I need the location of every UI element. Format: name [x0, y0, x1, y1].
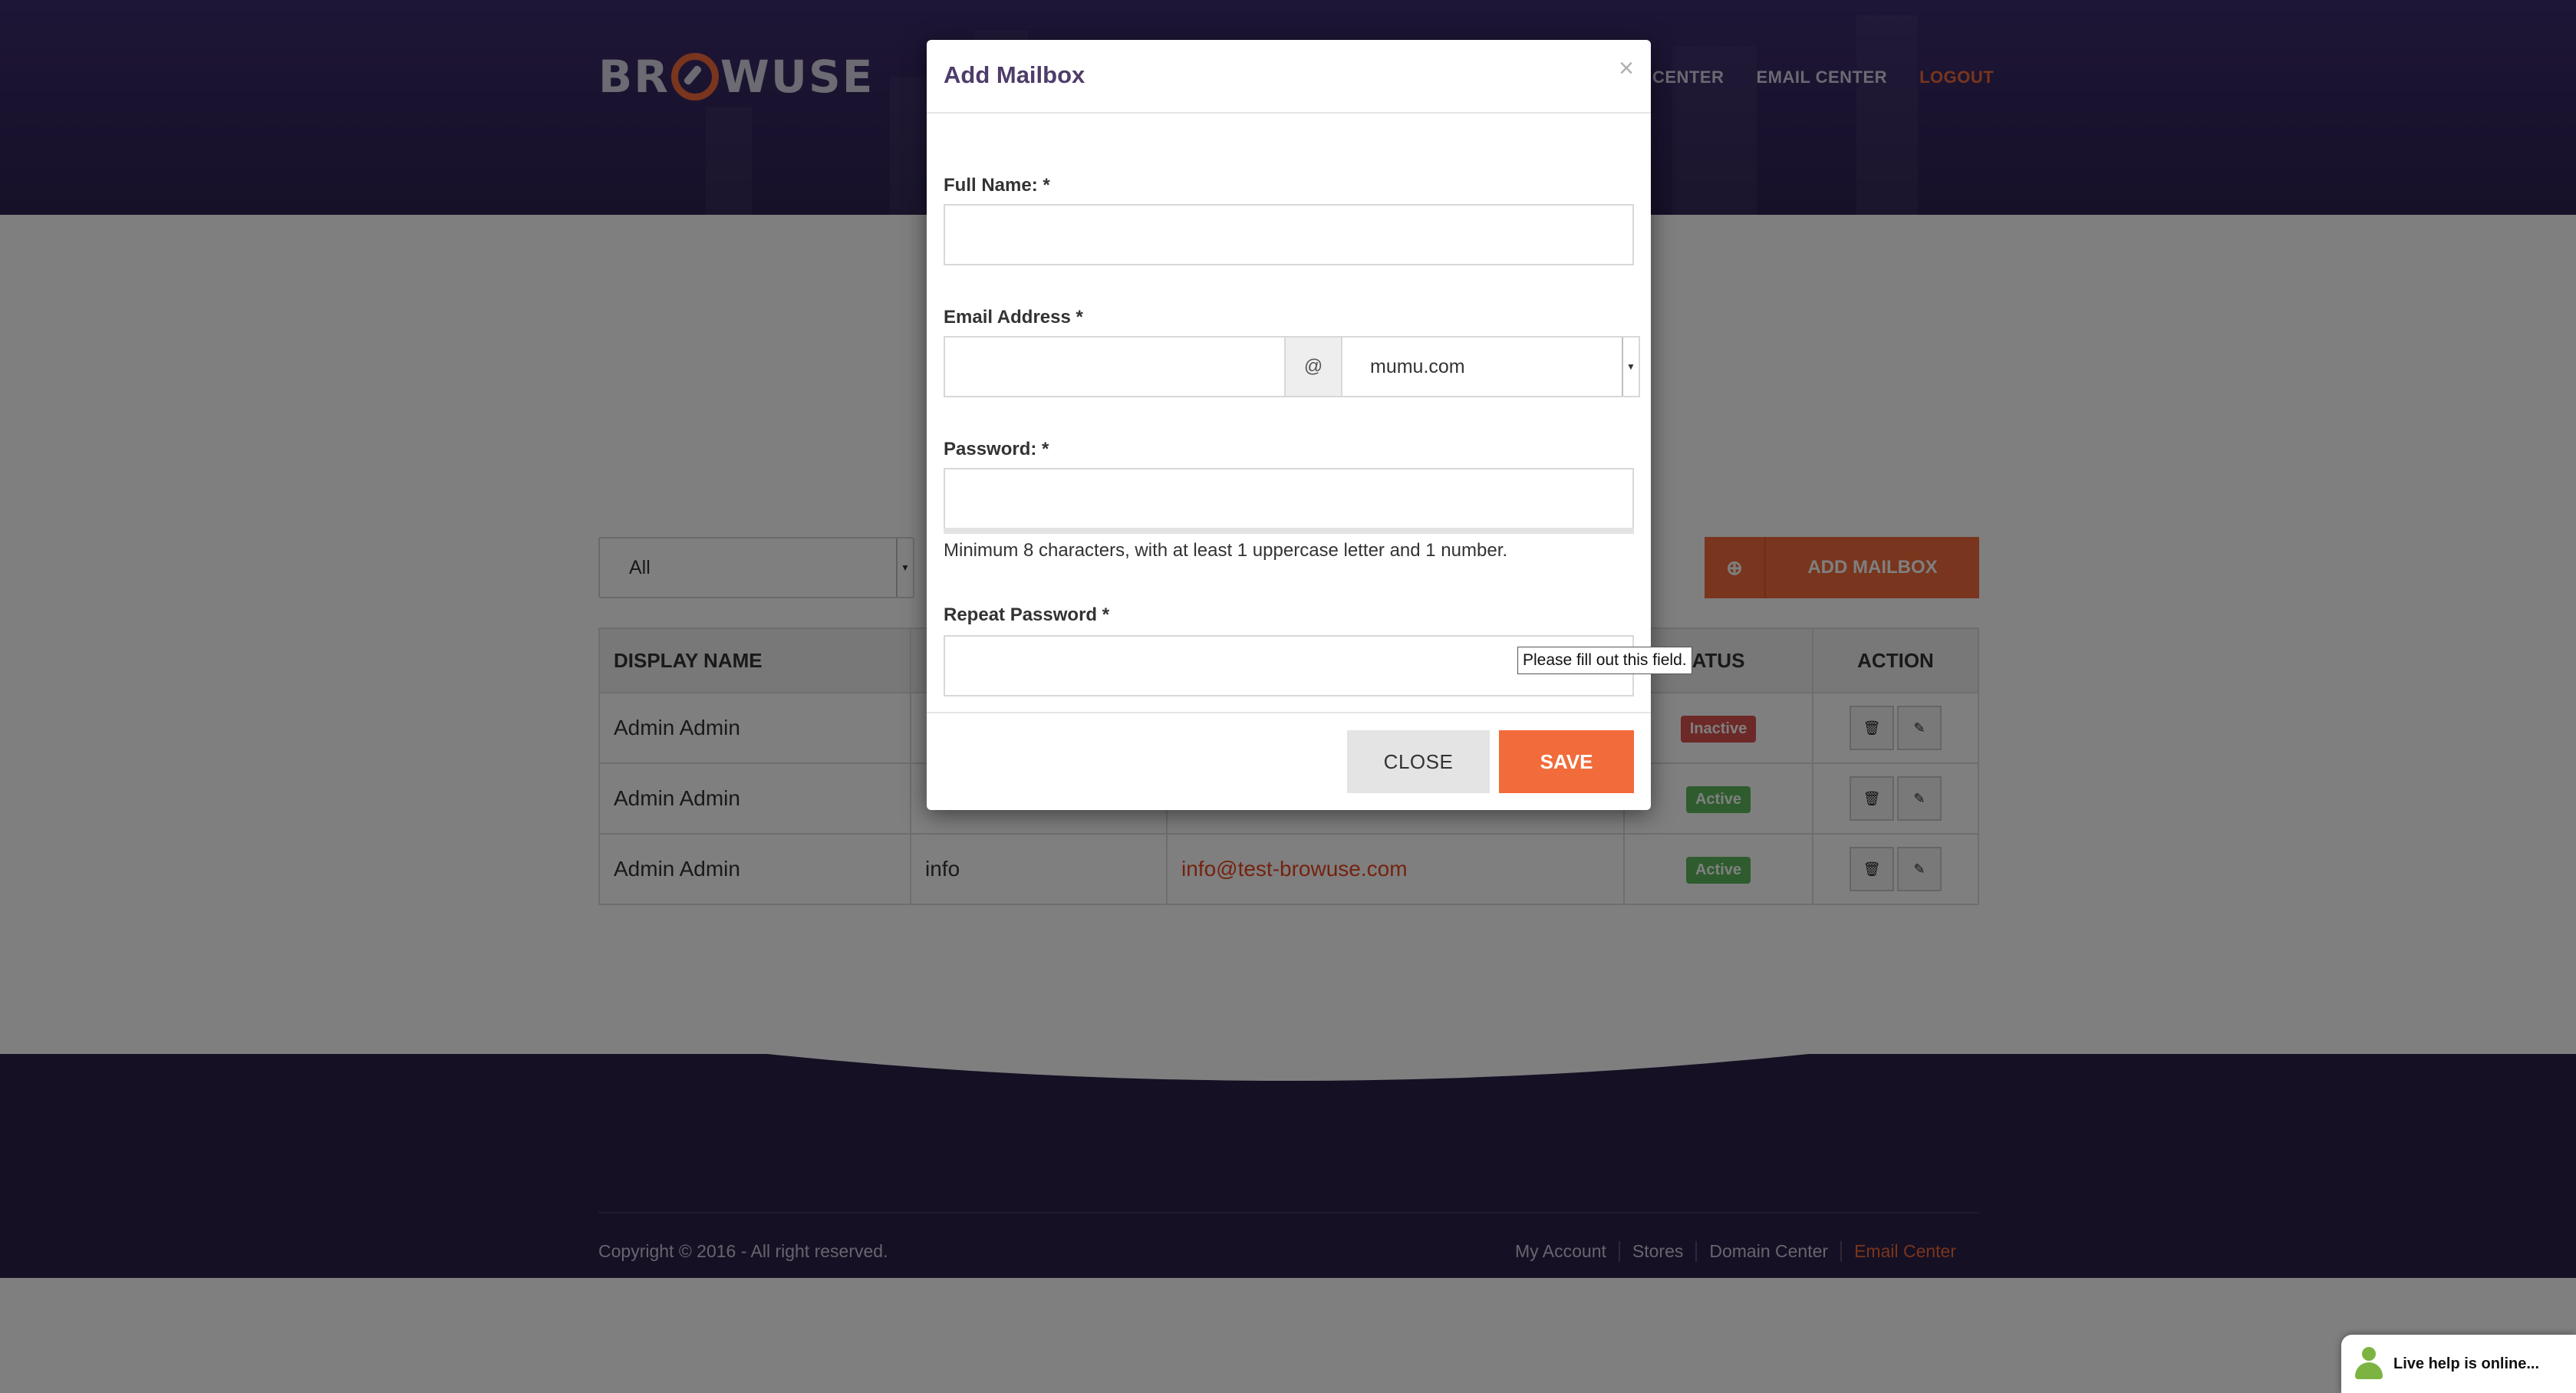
add-mailbox-modal: Add Mailbox × Full Name: * Email Address…	[927, 40, 1651, 810]
domain-value: mumu.com	[1370, 355, 1465, 377]
email-input-group: @ mumu.com ▼	[944, 336, 1640, 397]
validation-tooltip: Please fill out this field.	[1517, 647, 1692, 674]
password-help-text: Minimum 8 characters, with at least 1 up…	[944, 540, 1508, 561]
modal-title: Add Mailbox	[944, 61, 1085, 88]
person-icon	[2354, 1347, 2384, 1381]
email-domain-select[interactable]: mumu.com ▼	[1341, 336, 1640, 397]
close-button[interactable]: CLOSE	[1347, 730, 1490, 793]
modal-footer-divider	[927, 712, 1651, 713]
close-icon[interactable]: ×	[1619, 54, 1634, 84]
full-name-input[interactable]	[944, 204, 1634, 265]
email-label: Email Address *	[944, 307, 1083, 328]
chevron-down-icon: ▼	[1622, 338, 1639, 396]
live-help-text: Live help is online...	[2393, 1355, 2540, 1372]
email-local-part-input[interactable]	[944, 336, 1286, 397]
modal-header: Add Mailbox ×	[927, 40, 1651, 114]
at-sign: @	[1286, 336, 1341, 397]
repeat-password-label: Repeat Password *	[944, 604, 1110, 625]
save-button[interactable]: SAVE	[1499, 730, 1634, 793]
full-name-label: Full Name: *	[944, 175, 1050, 196]
password-input[interactable]	[944, 468, 1634, 529]
live-help-widget[interactable]: Live help is online...	[2341, 1335, 2576, 1393]
password-label: Password: *	[944, 439, 1049, 459]
password-strength-bar	[944, 528, 1634, 534]
